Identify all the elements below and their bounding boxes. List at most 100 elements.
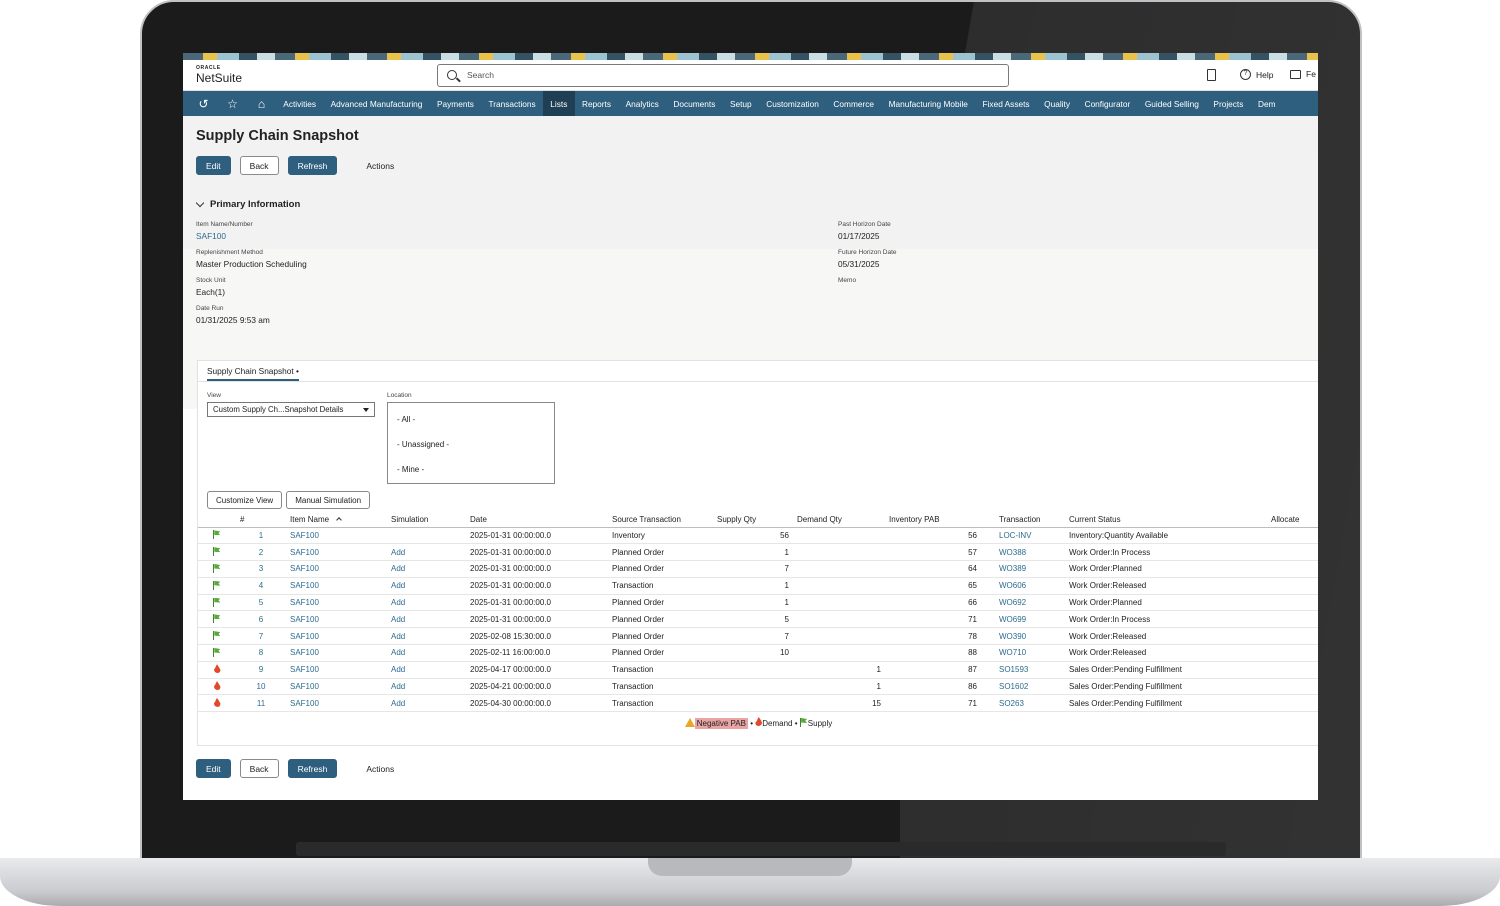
back-button-bottom[interactable]: Back bbox=[239, 759, 279, 778]
add-simulation-link[interactable] bbox=[387, 527, 466, 545]
nav-configurator[interactable]: Configurator bbox=[1077, 91, 1137, 116]
row-number-link[interactable]: 6 bbox=[236, 610, 286, 629]
row-number-link[interactable]: 10 bbox=[236, 678, 286, 696]
nav-lists[interactable]: Lists bbox=[543, 91, 575, 116]
item-name-link[interactable]: SAF100 bbox=[286, 577, 387, 595]
col-transaction[interactable]: Transaction bbox=[981, 512, 1065, 528]
col-simulation[interactable]: Simulation bbox=[387, 512, 466, 528]
add-simulation-link[interactable]: Add bbox=[387, 694, 466, 713]
row-number-link[interactable]: 3 bbox=[236, 560, 286, 578]
nav-reports[interactable]: Reports bbox=[575, 91, 619, 116]
row-number-link[interactable]: 9 bbox=[236, 661, 286, 679]
search-input[interactable]: Search bbox=[467, 70, 494, 80]
col-allocated[interactable]: Allocate bbox=[1267, 512, 1318, 528]
item-name-link[interactable]: SAF100 bbox=[286, 678, 387, 696]
back-button[interactable]: Back bbox=[239, 156, 279, 175]
nav-documents[interactable]: Documents bbox=[666, 91, 723, 116]
row-number-link[interactable]: 8 bbox=[236, 644, 286, 662]
actions-menu[interactable]: Actions bbox=[366, 161, 394, 171]
add-simulation-link[interactable]: Add bbox=[387, 577, 466, 595]
nav-advanced-manufacturing[interactable]: Advanced Manufacturing bbox=[323, 91, 429, 116]
nav-payments[interactable]: Payments bbox=[430, 91, 481, 116]
item-name-link[interactable]: SAF100 bbox=[286, 694, 387, 713]
edit-button[interactable]: Edit bbox=[196, 156, 231, 175]
row-number-link[interactable]: 1 bbox=[236, 527, 286, 545]
refresh-button-bottom[interactable]: Refresh bbox=[287, 759, 338, 778]
transaction-link[interactable]: SO1593 bbox=[981, 661, 1065, 679]
view-select[interactable]: Custom Supply Ch...Snapshot Details bbox=[207, 402, 375, 417]
row-number-link[interactable]: 4 bbox=[236, 577, 286, 595]
col-item-name[interactable]: Item Name bbox=[286, 512, 387, 528]
col-supply[interactable]: Supply Qty bbox=[713, 512, 793, 528]
item-name-link[interactable]: SAF100 bbox=[286, 661, 387, 679]
transaction-link[interactable]: WO606 bbox=[981, 577, 1065, 595]
item-name-link[interactable]: SAF100 bbox=[286, 527, 387, 545]
item-name-link[interactable]: SAF100 bbox=[286, 543, 387, 562]
add-simulation-link[interactable]: Add bbox=[387, 627, 466, 646]
history-icon[interactable]: ↺ bbox=[189, 91, 218, 116]
nav-projects[interactable]: Projects bbox=[1206, 91, 1251, 116]
row-number-link[interactable]: 7 bbox=[236, 627, 286, 646]
transaction-link[interactable]: WO390 bbox=[981, 627, 1065, 646]
transaction-link[interactable]: SO263 bbox=[981, 694, 1065, 713]
transaction-link[interactable]: WO710 bbox=[981, 644, 1065, 662]
transaction-link[interactable]: LOC-INV bbox=[981, 527, 1065, 545]
item-name-link[interactable]: SAF100 bbox=[286, 594, 387, 612]
add-simulation-link[interactable]: Add bbox=[387, 543, 466, 562]
item-name-link[interactable]: SAF100 bbox=[286, 560, 387, 578]
transaction-link[interactable]: WO699 bbox=[981, 610, 1065, 629]
refresh-button[interactable]: Refresh bbox=[287, 156, 338, 175]
add-simulation-link[interactable]: Add bbox=[387, 610, 466, 629]
netsuite-logo[interactable]: ORACLE NetSuite bbox=[196, 66, 242, 85]
row-number-link[interactable]: 2 bbox=[236, 543, 286, 562]
add-simulation-link[interactable]: Add bbox=[387, 678, 466, 696]
add-simulation-link[interactable]: Add bbox=[387, 560, 466, 578]
nav-manufacturing-mobile[interactable]: Manufacturing Mobile bbox=[881, 91, 975, 116]
col-date[interactable]: Date bbox=[466, 512, 608, 528]
item-name-link[interactable]: SAF100 bbox=[286, 610, 387, 629]
row-number-link[interactable]: 11 bbox=[236, 694, 286, 713]
nav-customization[interactable]: Customization bbox=[759, 91, 826, 116]
item-name-link[interactable]: SAF100 bbox=[286, 644, 387, 662]
col-status[interactable]: Current Status bbox=[1065, 512, 1267, 528]
primary-info-toggle[interactable]: Primary Information bbox=[195, 198, 300, 210]
row-number-link[interactable]: 5 bbox=[236, 594, 286, 612]
global-search[interactable]: Search bbox=[437, 64, 1009, 87]
col-demand[interactable]: Demand Qty bbox=[793, 512, 885, 528]
location-multiselect[interactable]: - All - - Unassigned - - Mine - bbox=[387, 402, 555, 484]
item-name-link[interactable]: SAF100 bbox=[196, 231, 253, 241]
nav-guided-selling[interactable]: Guided Selling bbox=[1138, 91, 1207, 116]
transaction-link[interactable]: SO1602 bbox=[981, 678, 1065, 696]
nav-setup[interactable]: Setup bbox=[723, 91, 759, 116]
feedback-button[interactable]: Fe bbox=[1290, 69, 1316, 79]
transaction-link[interactable]: WO388 bbox=[981, 543, 1065, 562]
location-option-all[interactable]: - All - bbox=[388, 407, 554, 432]
location-option-mine[interactable]: - Mine - bbox=[388, 457, 554, 482]
col-num[interactable]: # bbox=[236, 512, 286, 528]
nav-commerce[interactable]: Commerce bbox=[826, 91, 881, 116]
recent-records-icon[interactable] bbox=[1207, 69, 1216, 81]
nav-analytics[interactable]: Analytics bbox=[618, 91, 666, 116]
nav-activities[interactable]: Activities bbox=[276, 91, 323, 116]
transaction-link[interactable]: WO389 bbox=[981, 560, 1065, 578]
home-icon[interactable]: ⌂ bbox=[247, 91, 276, 116]
actions-menu-bottom[interactable]: Actions bbox=[366, 764, 394, 774]
nav-fixed-assets[interactable]: Fixed Assets bbox=[975, 91, 1037, 116]
col-source[interactable]: Source Transaction bbox=[608, 512, 713, 528]
customize-view-button[interactable]: Customize View bbox=[207, 491, 283, 509]
star-icon[interactable]: ☆ bbox=[218, 91, 247, 116]
edit-button-bottom[interactable]: Edit bbox=[196, 759, 231, 778]
nav-quality[interactable]: Quality bbox=[1037, 91, 1077, 116]
help-button[interactable]: ? Help bbox=[1240, 69, 1273, 80]
transaction-link[interactable]: WO692 bbox=[981, 594, 1065, 612]
manual-simulation-button[interactable]: Manual Simulation bbox=[286, 491, 371, 509]
add-simulation-link[interactable]: Add bbox=[387, 661, 466, 679]
nav-dem[interactable]: Dem bbox=[1251, 91, 1283, 116]
col-pab[interactable]: Inventory PAB bbox=[885, 512, 981, 528]
nav-transactions[interactable]: Transactions bbox=[481, 91, 543, 116]
add-simulation-link[interactable]: Add bbox=[387, 594, 466, 612]
tab-supply-chain-snapshot[interactable]: Supply Chain Snapshot • bbox=[207, 366, 299, 381]
item-name-link[interactable]: SAF100 bbox=[286, 627, 387, 646]
location-option-unassigned[interactable]: - Unassigned - bbox=[388, 432, 554, 457]
add-simulation-link[interactable]: Add bbox=[387, 644, 466, 662]
